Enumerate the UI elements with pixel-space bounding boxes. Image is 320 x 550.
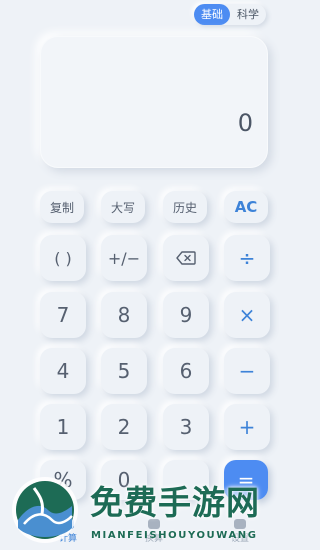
digit-2-button[interactable]: 2 bbox=[101, 404, 147, 450]
history-button[interactable]: 历史 bbox=[163, 191, 207, 223]
plus-button[interactable]: + bbox=[224, 404, 270, 450]
watermark-title: 免费手游网 bbox=[90, 483, 260, 522]
multiply-button[interactable]: × bbox=[224, 292, 270, 338]
digit-5-button[interactable]: 5 bbox=[101, 348, 147, 394]
percent-button[interactable]: % bbox=[40, 460, 86, 500]
uppercase-button[interactable]: 大写 bbox=[101, 191, 145, 223]
tab-calculate-label: 计算 bbox=[58, 534, 77, 544]
digit-6-button[interactable]: 6 bbox=[163, 348, 209, 394]
digit-9-button[interactable]: 9 bbox=[163, 292, 209, 338]
divide-button[interactable]: ÷ bbox=[224, 235, 270, 281]
mode-toggle: 基础 科学 bbox=[194, 4, 266, 25]
digit-4-button[interactable]: 4 bbox=[40, 348, 86, 394]
copy-button[interactable]: 复制 bbox=[40, 191, 84, 223]
sign-toggle-button[interactable]: +/− bbox=[101, 235, 147, 281]
backspace-icon bbox=[176, 251, 196, 265]
display-value: 0 bbox=[237, 109, 253, 137]
minus-button[interactable]: − bbox=[224, 348, 270, 394]
basic-mode-button[interactable]: 基础 bbox=[194, 4, 230, 25]
watermark-subtitle: MIANFEISHOUYOUWANG bbox=[91, 530, 258, 541]
digit-8-button[interactable]: 8 bbox=[101, 292, 147, 338]
scientific-mode-button[interactable]: 科学 bbox=[230, 4, 266, 25]
digit-3-button[interactable]: 3 bbox=[163, 404, 209, 450]
parentheses-button[interactable]: ( ) bbox=[40, 235, 86, 281]
result-display: 0 bbox=[40, 36, 268, 168]
backspace-button[interactable] bbox=[163, 235, 209, 281]
digit-1-button[interactable]: 1 bbox=[40, 404, 86, 450]
tab-calculate[interactable]: 计算 bbox=[48, 519, 88, 544]
clear-button[interactable]: AC bbox=[224, 191, 268, 223]
digit-7-button[interactable]: 7 bbox=[40, 292, 86, 338]
calculator-icon bbox=[62, 519, 74, 529]
